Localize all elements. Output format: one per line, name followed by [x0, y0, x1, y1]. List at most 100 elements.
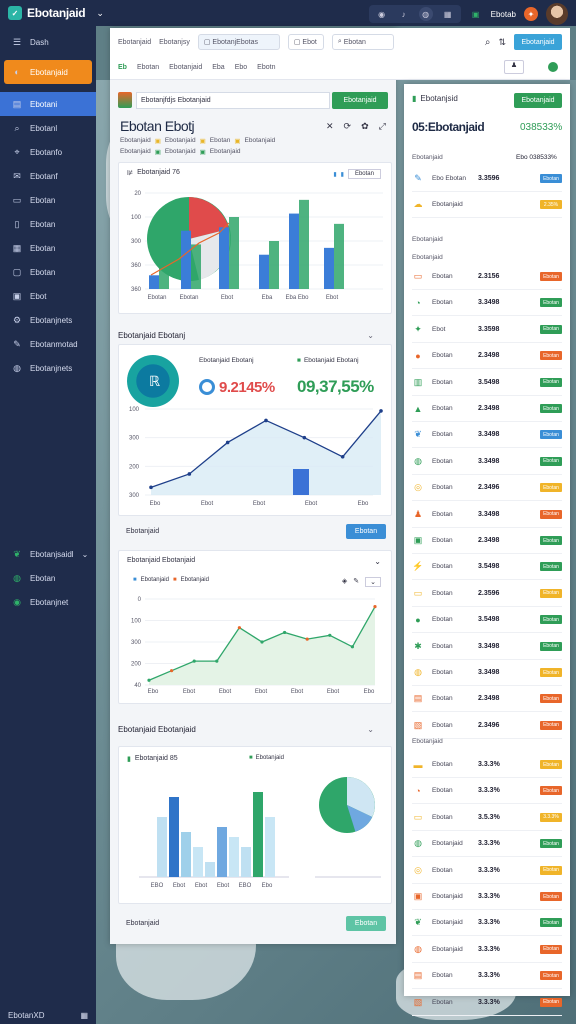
chevron-down-icon[interactable]: ⌄: [82, 550, 89, 559]
list-item[interactable]: ▥ Ebotan 3.5498 Ebotan: [412, 370, 562, 396]
list-item[interactable]: ✎ Ebo Ebotan 3.3596 Ebotan: [412, 166, 562, 192]
list-item[interactable]: ◔ Ebotan 3.3498 Ebotan: [412, 290, 562, 317]
sidebar-item[interactable]: ☰ Dash: [0, 30, 96, 54]
status-badge[interactable]: Ebotan: [540, 272, 562, 281]
grid-icon[interactable]: ▦: [80, 1011, 88, 1020]
status-badge[interactable]: Ebotan: [540, 839, 562, 849]
list-item[interactable]: ▬ Ebotan 3.3.3% Ebotan: [412, 752, 562, 778]
status-badge[interactable]: Ebotan: [540, 865, 562, 875]
sidebar-item[interactable]: ▯ Ebotan: [0, 212, 96, 236]
tab[interactable]: Ebo: [235, 64, 247, 71]
tab[interactable]: Ebotan: [137, 64, 159, 71]
status-badge[interactable]: Ebotan: [540, 456, 562, 466]
list-item[interactable]: ▧ Ebotan 2.3496 Ebotan: [412, 713, 562, 739]
chart-icon[interactable]: ▦: [441, 7, 455, 21]
tab[interactable]: Eba: [212, 64, 224, 71]
status-badge[interactable]: Ebotan: [540, 351, 562, 361]
status-badge[interactable]: Ebotan: [540, 760, 562, 769]
section4-button[interactable]: Ebotan: [346, 916, 386, 931]
sidebar-item[interactable]: ▭ Ebotan: [0, 188, 96, 212]
right-header-button[interactable]: Ebotanjaid: [514, 93, 562, 108]
status-badge[interactable]: Ebotan: [540, 562, 562, 572]
section4-header[interactable]: Ebotanjaid Ebotanjaid ⌄: [118, 722, 386, 736]
bell-icon[interactable]: ♪: [397, 7, 411, 21]
link-icon[interactable]: ⤢: [379, 121, 386, 132]
list-item[interactable]: ● Ebotan 3.5498 Ebotan: [412, 607, 562, 634]
tab[interactable]: Ebotn: [257, 64, 275, 71]
avatar[interactable]: [546, 3, 568, 25]
status-badge[interactable]: Ebotan: [540, 324, 562, 334]
list-item[interactable]: ▲ Ebotan 2.3498 Ebotan: [412, 396, 562, 422]
tab[interactable]: Ebotanjaid: [169, 64, 202, 71]
section2-header[interactable]: Ebotanjaid Ebotanj ⌄: [118, 328, 386, 342]
settings-icon[interactable]: ✿: [361, 121, 369, 132]
camera-icon[interactable]: ◉: [375, 7, 389, 21]
status-badge[interactable]: Ebotan: [540, 786, 562, 796]
status-badge[interactable]: Ebotan: [540, 997, 562, 1007]
list-item[interactable]: ♟ Ebotan 3.3498 Ebotan: [412, 502, 562, 528]
sidebar-item[interactable]: ▣ Ebot: [0, 284, 96, 308]
list-item[interactable]: ▭ Ebotan 3.5.3% 3.3.3%: [412, 805, 562, 831]
expand-icon[interactable]: ✕: [326, 121, 334, 132]
status-badge[interactable]: Ebotan: [540, 588, 562, 598]
chevron-down-icon[interactable]: ⌄: [96, 8, 104, 19]
globe-icon[interactable]: ◍: [418, 7, 433, 21]
list-item[interactable]: ▣ Ebotanjaid 3.3.3% Ebotan: [412, 884, 562, 910]
status-badge[interactable]: Ebotan: [540, 536, 562, 545]
list-item[interactable]: ▤ Ebotan 2.3498 Ebotan: [412, 686, 562, 713]
list-item[interactable]: ❦ Ebotan 3.3498 Ebotan: [412, 422, 562, 449]
toolbar-label-2[interactable]: Ebotanjsy: [159, 39, 190, 46]
status-badge[interactable]: Ebotan: [540, 668, 562, 677]
refresh-icon[interactable]: ⟳: [344, 121, 352, 132]
sidebar-item[interactable]: ⚙ Ebotanjnets: [0, 308, 96, 332]
status-badge[interactable]: Ebotan: [540, 971, 562, 981]
sidebar-item[interactable]: ✎ Ebotanmotad: [0, 332, 96, 356]
status-badge[interactable]: 3.3.3%: [540, 812, 562, 822]
list-item[interactable]: ▧ Ebotan 3.3.3% Ebotan: [412, 990, 562, 1016]
fire-icon[interactable]: ✦: [524, 7, 538, 21]
list-item[interactable]: ✱ Ebotan 3.3498 Ebotan: [412, 634, 562, 660]
status-badge[interactable]: Ebotan: [540, 298, 562, 308]
list-item[interactable]: ◍ Ebotan 3.3498 Ebotan: [412, 449, 562, 475]
section2-button[interactable]: Ebotan: [346, 524, 386, 539]
list-item[interactable]: ⚡ Ebotan 3.5498 Ebotan: [412, 554, 562, 581]
status-badge[interactable]: Ebotan: [540, 430, 562, 440]
chevron-down-icon[interactable]: ⌄: [367, 331, 374, 340]
status-badge[interactable]: Ebotan: [540, 641, 562, 651]
search-input[interactable]: ⌕ Ebotan: [331, 34, 394, 50]
user-filter-icon[interactable]: ♟: [504, 60, 524, 74]
list-item[interactable]: ▭ Ebotan 2.3596 Ebotan: [412, 581, 562, 607]
sidebar-item[interactable]: ✉ Ebotanf: [0, 164, 96, 188]
status-badge[interactable]: Ebotan: [540, 720, 562, 730]
status-badge[interactable]: Ebotan: [540, 918, 562, 928]
sidebar-item[interactable]: ⌖ Ebotanfo: [0, 140, 96, 164]
sidebar-group-item[interactable]: ◍ Ebotan: [0, 566, 96, 590]
sort-icon[interactable]: ⇅: [498, 37, 506, 48]
status-badge[interactable]: 2.35%: [540, 200, 562, 210]
list-item[interactable]: ◔ Ebotan 3.3.3% Ebotan: [412, 778, 562, 805]
status-badge[interactable]: Ebotan: [540, 483, 562, 493]
chevron-down-icon[interactable]: ⌄: [367, 725, 374, 734]
list-item[interactable]: ◎ Ebotan 3.3.3% Ebotan: [412, 858, 562, 884]
sidebar-group-item[interactable]: ◉ Ebotanjnet: [0, 590, 96, 614]
sidebar-item[interactable]: ⌕ Ebotanl: [0, 116, 96, 140]
list-item[interactable]: ✦ Ebot 3.3598 Ebotan: [412, 317, 562, 343]
tab-icon[interactable]: Eb: [118, 64, 127, 71]
sidebar-item[interactable]: ◍ Ebotanjnets: [0, 356, 96, 380]
status-badge[interactable]: Ebotan: [540, 174, 562, 183]
list-item[interactable]: ● Ebotan 2.3498 Ebotan: [412, 343, 562, 370]
toolbar-filter-field[interactable]: ▢ EbotanjEbotas: [197, 34, 280, 50]
status-badge[interactable]: Ebotan: [540, 509, 562, 519]
primary-action-button[interactable]: Ebotanjaid: [514, 34, 562, 50]
sidebar-item[interactable]: ◐ Ebotanjaid: [4, 60, 92, 84]
list-item[interactable]: ◎ Ebotan 2.3496 Ebotan: [412, 475, 562, 502]
list-item[interactable]: ▭ Ebotan 2.3156 Ebotan: [412, 264, 562, 290]
status-badge[interactable]: Ebotan: [540, 694, 562, 704]
header-input[interactable]: Ebotanjfdjs Ebotanjaid: [136, 92, 330, 109]
status-badge[interactable]: Ebotan: [540, 377, 562, 387]
sidebar-item[interactable]: ▦ Ebotan: [0, 236, 96, 260]
list-item[interactable]: ▣ Ebotan 2.3498 Ebotan: [412, 528, 562, 554]
status-badge[interactable]: Ebotan: [540, 615, 562, 625]
grid-icon[interactable]: ▣: [469, 7, 483, 21]
sidebar-item[interactable]: ▤ Ebotani: [0, 92, 96, 116]
